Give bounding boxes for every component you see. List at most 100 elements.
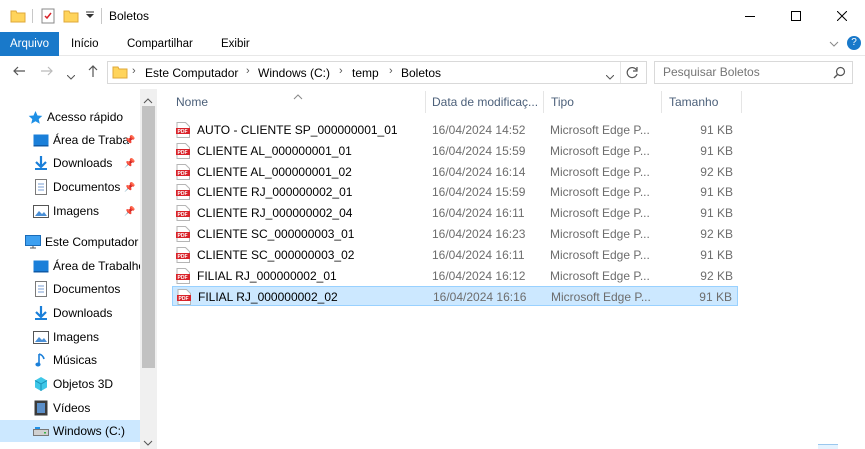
address-dropdown-icon[interactable]: [605, 70, 615, 84]
nav-downloads[interactable]: Downloads: [0, 302, 140, 324]
close-button[interactable]: [819, 0, 865, 32]
file-date: 16/04/2024 16:14: [432, 164, 526, 179]
file-name: CLIENTE RJ_000000002_04: [197, 206, 353, 221]
nav-label: Imagens: [53, 330, 100, 344]
file-row[interactable]: PDF CLIENTE SC_000000003_02 16/04/2024 16:…: [172, 245, 738, 265]
pictures-icon: [33, 203, 49, 219]
column-divider[interactable]: [543, 91, 544, 113]
address-bar[interactable]: › Este Computador › Windows (C:) › temp …: [107, 61, 647, 84]
scroll-down-icon[interactable]: [143, 435, 153, 449]
file-size: 91 KB: [700, 143, 733, 158]
file-row[interactable]: PDF AUTO - CLIENTE SP_000000001_01 16/04/2…: [172, 120, 738, 140]
pin-icon[interactable]: 📌: [124, 182, 135, 193]
search-box[interactable]: [654, 61, 853, 84]
file-row[interactable]: PDF CLIENTE AL_000000001_02 16/04/2024 16:…: [172, 162, 738, 182]
sort-ascending-icon: [293, 89, 303, 103]
nav-label: Este Computador: [45, 235, 139, 249]
file-size: 92 KB: [700, 164, 733, 179]
nav-area-de-trabalho-pinned[interactable]: Área de Traba: [0, 129, 140, 151]
scroll-up-icon[interactable]: [143, 93, 153, 107]
file-name: AUTO - CLIENTE SP_000000001_01: [197, 123, 398, 137]
nav-imagens-pinned[interactable]: Imagens: [0, 200, 140, 222]
pdf-file-icon: PDF: [176, 226, 190, 242]
nav-este-computador[interactable]: Este Computador: [0, 231, 140, 253]
column-header-data[interactable]: Data de modificaç...: [432, 95, 538, 109]
file-date: 16/04/2024 14:52: [432, 123, 526, 137]
breadcrumb-separator-icon[interactable]: ›: [389, 65, 393, 77]
maximize-button[interactable]: [773, 0, 819, 32]
nav-imagens[interactable]: Imagens: [0, 326, 140, 348]
search-input[interactable]: [663, 65, 823, 79]
svg-text:PDF: PDF: [178, 191, 188, 197]
search-icon[interactable]: [833, 66, 846, 82]
tab-compartilhar[interactable]: Compartilhar: [117, 32, 203, 56]
properties-icon[interactable]: [40, 8, 56, 27]
column-divider[interactable]: [741, 91, 742, 113]
column-header-nome[interactable]: Nome: [176, 95, 208, 109]
file-type: Microsoft Edge P...: [550, 227, 650, 241]
file-name: CLIENTE AL_000000001_02: [197, 164, 352, 179]
svg-text:PDF: PDF: [178, 254, 188, 260]
expand-ribbon-icon[interactable]: [829, 38, 839, 52]
tab-exibir[interactable]: Exibir: [211, 32, 260, 56]
back-arrow-icon[interactable]: [12, 64, 26, 81]
file-name: FILIAL RJ_000000002_02: [198, 290, 338, 305]
file-row[interactable]: PDF CLIENTE RJ_000000002_04 16/04/2024 16:…: [172, 203, 738, 223]
nav-documentos-pinned[interactable]: Documentos: [0, 176, 140, 198]
breadcrumb-separator-icon[interactable]: ›: [339, 65, 343, 77]
documents-icon: [33, 281, 49, 297]
download-icon: [33, 305, 49, 321]
file-row[interactable]: PDF CLIENTE AL_000000001_01 16/04/2024 15:…: [172, 141, 738, 161]
nav-label: Downloads: [53, 156, 113, 170]
new-folder-icon[interactable]: [63, 8, 79, 27]
details-view-icon[interactable]: [818, 444, 838, 449]
column-header-tipo[interactable]: Tipo: [551, 95, 574, 109]
customize-quick-access-icon[interactable]: [85, 10, 95, 23]
file-row[interactable]: PDF CLIENTE RJ_000000002_01 16/04/2024 15:…: [172, 182, 738, 202]
refresh-icon[interactable]: [626, 66, 639, 82]
tab-arquivo[interactable]: Arquivo: [0, 32, 59, 56]
column-header-tamanho[interactable]: Tamanho: [669, 95, 718, 109]
pin-icon[interactable]: 📌: [124, 206, 135, 217]
desktop-icon: [33, 132, 49, 148]
nav-documentos[interactable]: Documentos: [0, 278, 140, 300]
maximize-icon: [791, 11, 801, 21]
file-row[interactable]: PDF FILIAL RJ_000000002_02 16/04/2024 16:1…: [172, 286, 738, 307]
nav-windows-c[interactable]: Windows (C:): [0, 420, 140, 442]
recent-locations-icon[interactable]: [66, 68, 76, 84]
help-icon[interactable]: ?: [847, 36, 861, 50]
pin-icon[interactable]: 📌: [124, 158, 135, 169]
breadcrumb-temp[interactable]: temp: [352, 66, 379, 80]
file-row[interactable]: PDF FILIAL RJ_000000002_01 16/04/2024 16:1…: [172, 266, 738, 286]
forward-arrow-icon[interactable]: [40, 64, 54, 81]
documents-icon: [33, 179, 49, 195]
up-arrow-icon[interactable]: [86, 64, 100, 81]
navigation-pane: Acesso rápido Área de Traba 📌 Downloads …: [0, 89, 157, 449]
nav-area-de-trabalho[interactable]: Área de Trabalho: [0, 255, 140, 277]
folder-icon[interactable]: [10, 8, 26, 27]
column-divider[interactable]: [661, 91, 662, 113]
file-size: 92 KB: [700, 227, 733, 241]
breadcrumb-windows-c[interactable]: Windows (C:): [258, 66, 330, 80]
file-type: Microsoft Edge P...: [550, 247, 650, 262]
nav-downloads-pinned[interactable]: Downloads: [0, 152, 140, 174]
breadcrumb-separator-icon[interactable]: ›: [132, 65, 136, 77]
breadcrumb-boletos[interactable]: Boletos: [401, 66, 441, 80]
nav-objetos-3d[interactable]: Objetos 3D: [0, 373, 140, 395]
pin-icon[interactable]: 📌: [124, 135, 135, 146]
minimize-button[interactable]: [727, 0, 773, 32]
file-date: 16/04/2024 16:23: [432, 227, 526, 241]
breadcrumb-este-computador[interactable]: Este Computador: [145, 66, 238, 80]
nav-videos[interactable]: Vídeos: [0, 397, 140, 419]
column-divider[interactable]: [425, 91, 426, 113]
nav-scrollbar-thumb[interactable]: [142, 106, 155, 368]
file-type: Microsoft Edge P...: [550, 206, 650, 221]
file-date: 16/04/2024 15:59: [432, 185, 526, 200]
file-row[interactable]: PDF CLIENTE SC_000000003_01 16/04/2024 16:…: [172, 224, 738, 244]
tab-inicio[interactable]: Início: [61, 32, 109, 56]
nav-label: Acesso rápido: [47, 110, 124, 124]
nav-acesso-rapido[interactable]: Acesso rápido: [0, 106, 140, 128]
breadcrumb-separator-icon[interactable]: ›: [246, 65, 250, 77]
nav-musicas[interactable]: Músicas: [0, 349, 140, 371]
file-size: 91 KB: [700, 123, 733, 137]
